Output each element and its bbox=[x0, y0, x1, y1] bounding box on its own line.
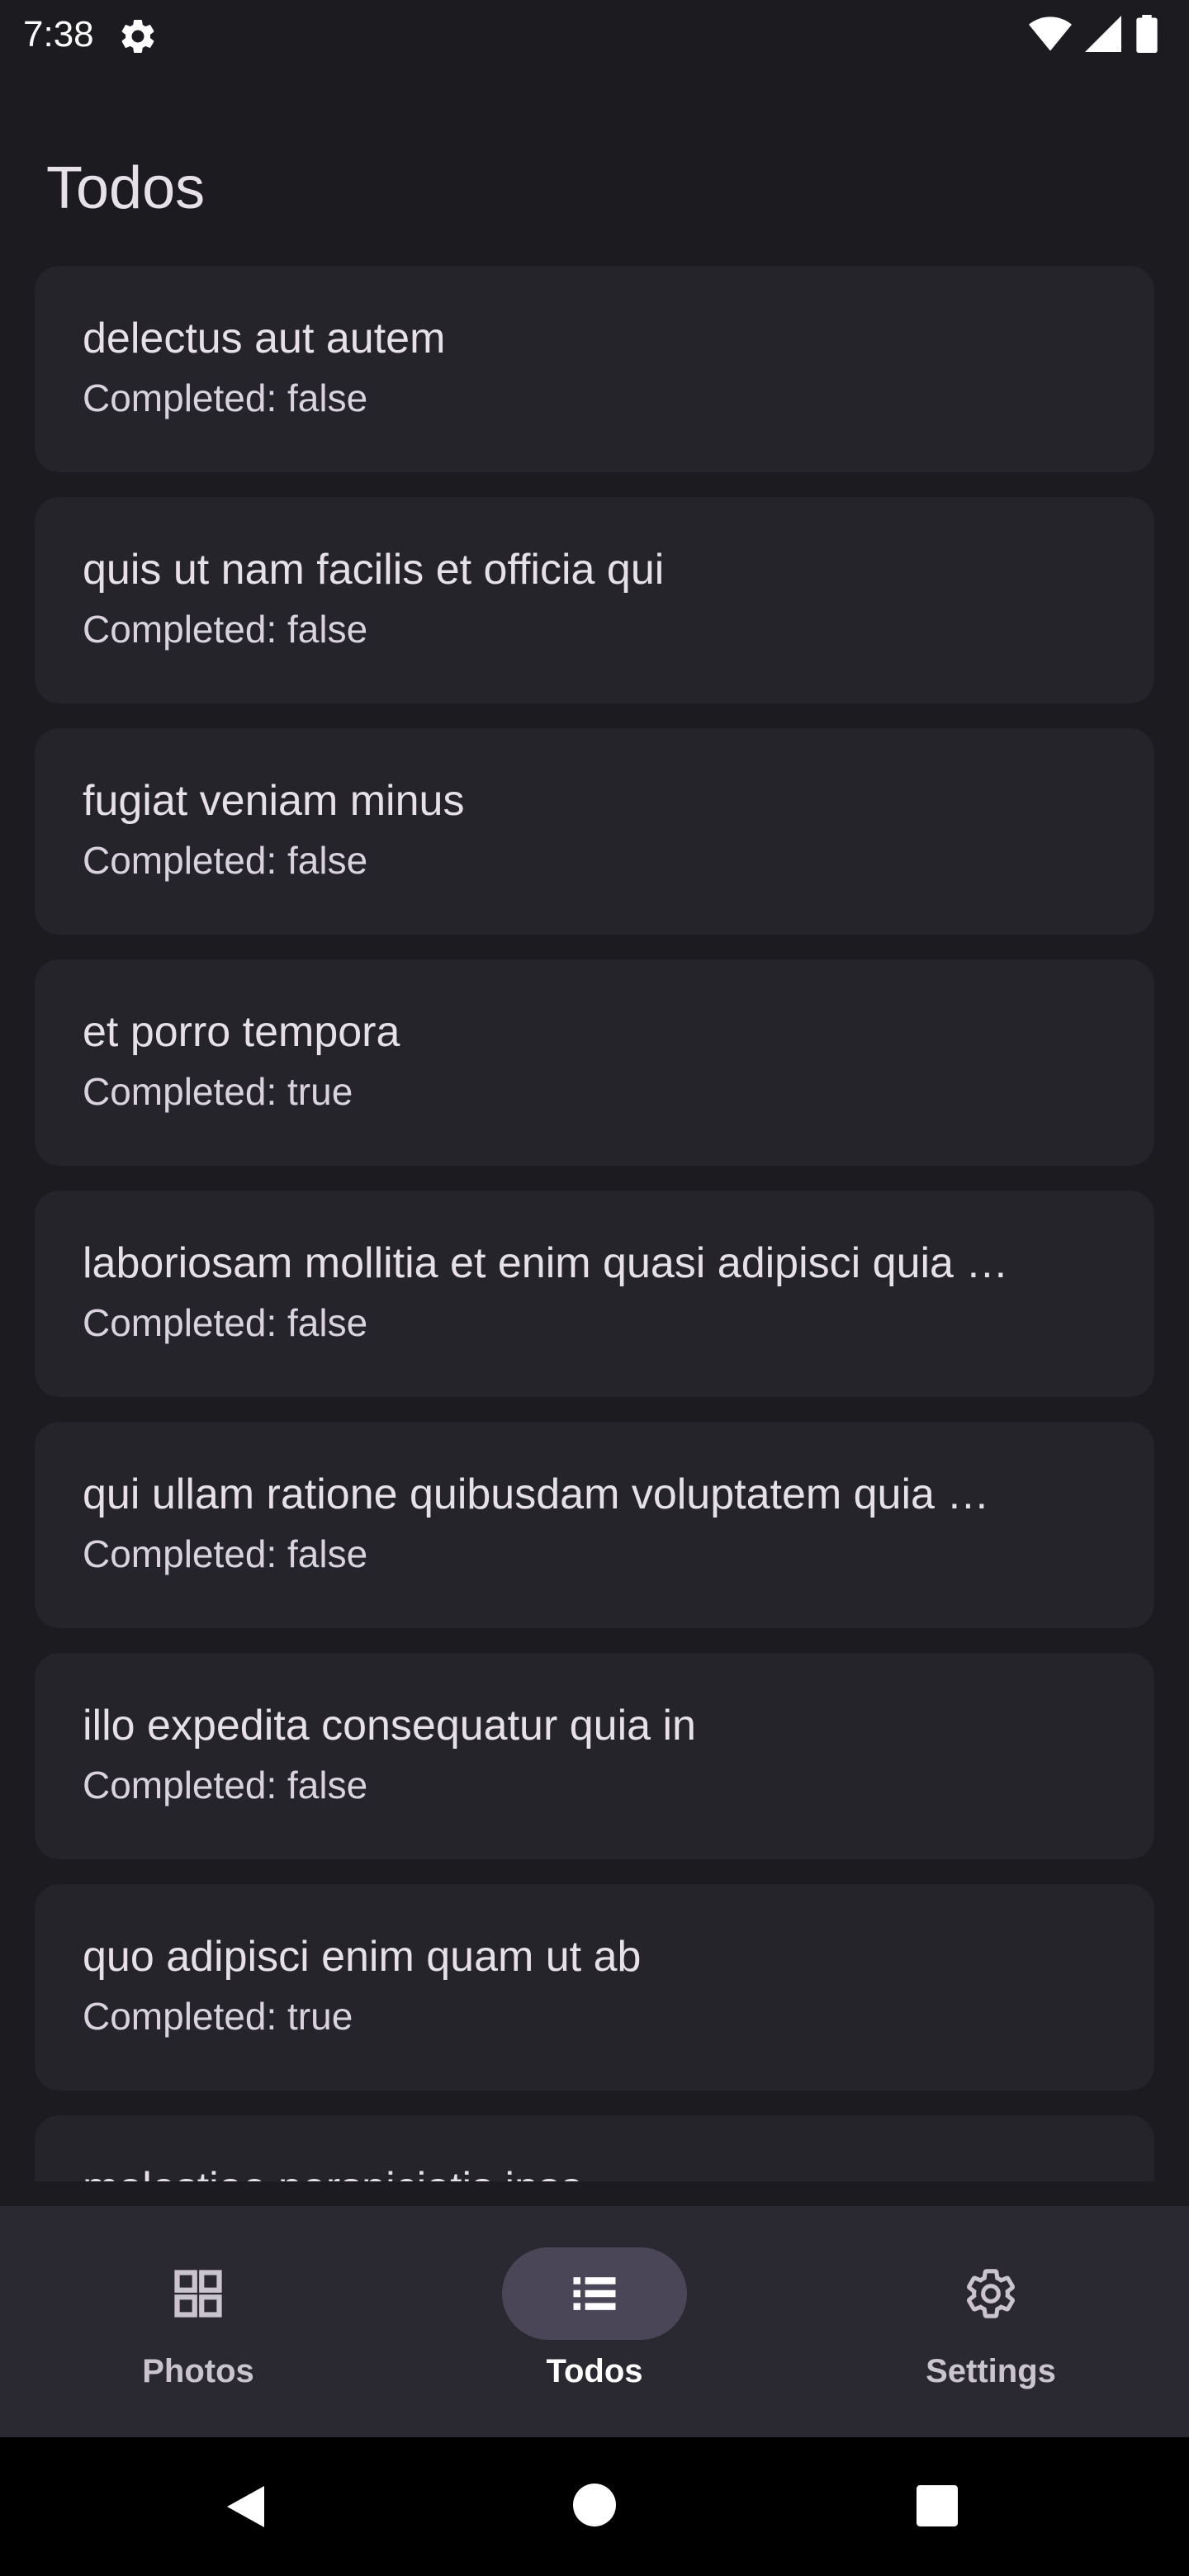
nav-item-photos[interactable]: Photos bbox=[0, 2206, 396, 2437]
todo-card[interactable]: quo adipisci enim quam ut ab Completed: … bbox=[35, 1884, 1154, 2091]
todo-card[interactable]: illo expedita consequatur quia in Comple… bbox=[35, 1653, 1154, 1859]
nav-item-settings[interactable]: Settings bbox=[793, 2206, 1189, 2437]
todo-card[interactable]: quis ut nam facilis et officia qui Compl… bbox=[35, 497, 1154, 703]
todo-title: quis ut nam facilis et officia qui bbox=[83, 546, 665, 594]
todo-title: quo adipisci enim quam ut ab bbox=[83, 1933, 642, 1981]
todo-title: fugiat veniam minus bbox=[83, 777, 465, 825]
todo-status: Completed: false bbox=[83, 1301, 368, 1344]
todo-title: delectus aut autem bbox=[83, 315, 446, 362]
status-time: 7:38 bbox=[23, 14, 94, 54]
todo-title: et porro tempora bbox=[83, 1008, 400, 1056]
top-app-bar: Todos bbox=[0, 69, 1189, 221]
todo-title: laboriosam mollitia et enim quasi adipis… bbox=[83, 1239, 1009, 1287]
bottom-navigation: Photos Todos Settings bbox=[0, 2206, 1189, 2437]
todo-card[interactable]: qui ullam ratione quibusdam voluptatem q… bbox=[35, 1422, 1154, 1628]
todo-status: Completed: false bbox=[83, 839, 368, 882]
todo-card[interactable]: laboriosam mollitia et enim quasi adipis… bbox=[35, 1191, 1154, 1397]
nav-item-todos[interactable]: Todos bbox=[396, 2206, 793, 2437]
battery-icon bbox=[1136, 15, 1158, 53]
todo-status: Completed: false bbox=[83, 376, 368, 419]
gear-icon bbox=[967, 2269, 1015, 2318]
status-icons bbox=[1029, 15, 1159, 53]
status-bar: 7:38 bbox=[0, 0, 1189, 69]
system-navigation-bar bbox=[0, 2437, 1189, 2576]
todo-card[interactable]: fugiat veniam minus Completed: false bbox=[35, 728, 1154, 935]
nav-label-todos: Todos bbox=[546, 2353, 643, 2389]
page-title: Todos bbox=[46, 155, 206, 222]
todo-status: Completed: false bbox=[83, 1532, 368, 1575]
back-icon[interactable] bbox=[223, 2482, 272, 2531]
todo-title: illo expedita consequatur quia in bbox=[83, 1702, 696, 1750]
todo-status: Completed: true bbox=[83, 1070, 353, 1113]
list-icon bbox=[573, 2277, 616, 2310]
todos-screen: 7:38 Todos delectus aut autem Completed:… bbox=[0, 0, 1189, 2576]
nav-label-settings: Settings bbox=[926, 2353, 1056, 2389]
cellular-signal-icon bbox=[1085, 16, 1121, 52]
recents-icon[interactable] bbox=[917, 2485, 958, 2526]
grid-icon bbox=[174, 2270, 222, 2318]
nav-label-photos: Photos bbox=[142, 2353, 254, 2389]
todo-card[interactable]: delectus aut autem Completed: false bbox=[35, 266, 1154, 472]
todo-title: qui ullam ratione quibusdam voluptatem q… bbox=[83, 1470, 990, 1518]
todo-card[interactable]: et porro tempora Completed: true bbox=[35, 959, 1154, 1166]
todo-list[interactable]: delectus aut autem Completed: false quis… bbox=[35, 266, 1154, 2181]
todo-status: Completed: false bbox=[83, 608, 368, 651]
wifi-icon bbox=[1029, 17, 1072, 51]
gear-icon bbox=[121, 19, 154, 53]
todo-card[interactable]: molestiae perspiciatis ipsa bbox=[35, 2115, 1154, 2181]
todo-status: Completed: true bbox=[83, 1995, 353, 2038]
home-icon[interactable] bbox=[573, 2484, 616, 2526]
todo-title: molestiae perspiciatis ipsa bbox=[83, 2162, 1106, 2181]
todo-status: Completed: false bbox=[83, 1764, 368, 1807]
